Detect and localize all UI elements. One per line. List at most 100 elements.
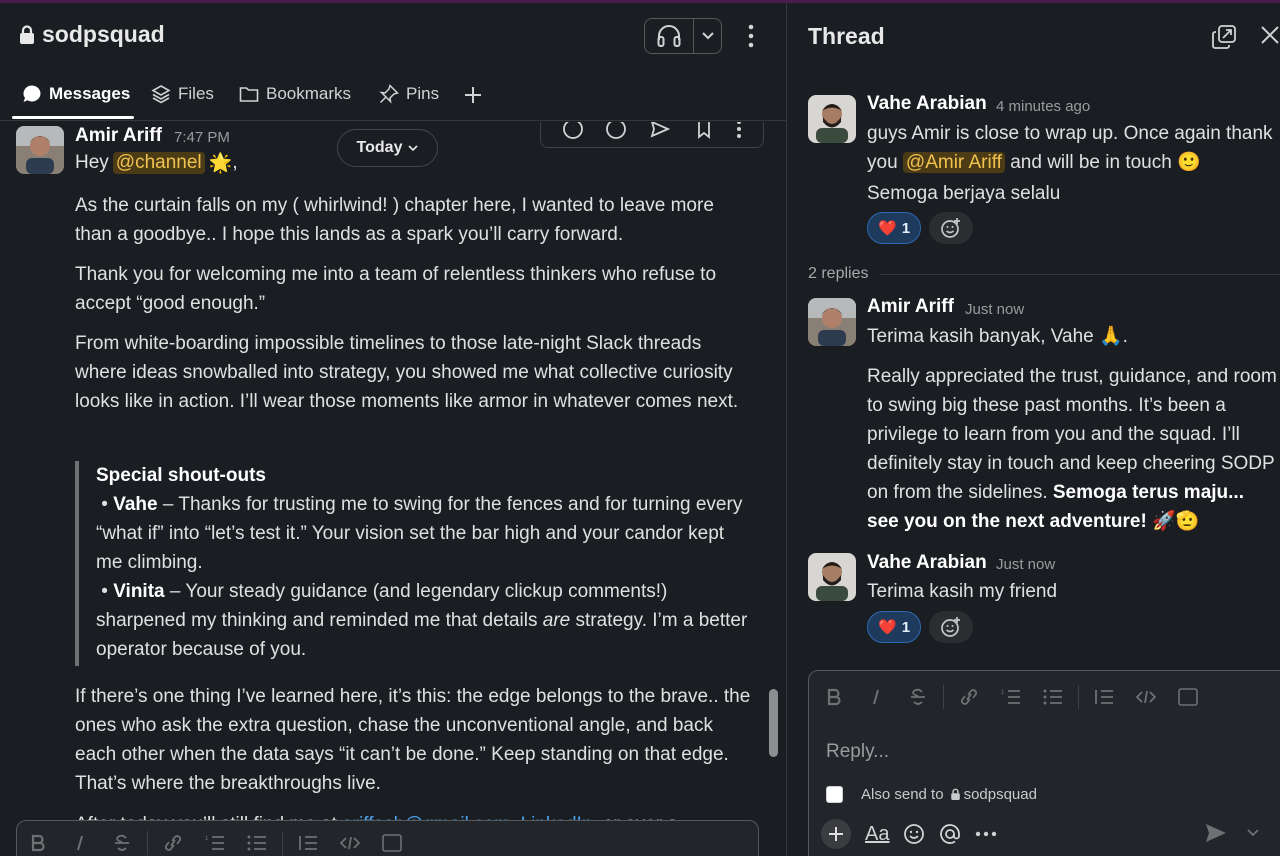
react-icon[interactable] bbox=[562, 122, 584, 140]
bullet-text: – Thanks for trusting me to swing for th… bbox=[96, 494, 743, 573]
link-icon[interactable] bbox=[152, 834, 194, 852]
toolbar-separator bbox=[943, 685, 944, 709]
send-icon[interactable] bbox=[1205, 823, 1227, 843]
message-paragraph: If there’s one thing I’ve learned here, … bbox=[75, 686, 751, 794]
chevron-down-icon bbox=[408, 144, 419, 152]
active-tab-indicator bbox=[12, 116, 134, 119]
bookmark-icon[interactable] bbox=[693, 122, 715, 140]
link-icon[interactable] bbox=[948, 688, 990, 706]
quote-bullet: • Vinita – Your steady guidance (and leg… bbox=[96, 581, 748, 660]
close-icon[interactable] bbox=[1260, 25, 1280, 45]
text-formatting-button[interactable]: Aa bbox=[865, 823, 889, 846]
emoji-icon[interactable] bbox=[903, 823, 925, 845]
channel-title[interactable]: sodpsquad bbox=[18, 21, 165, 48]
ordered-list-icon[interactable]: 1 bbox=[194, 834, 236, 852]
reply-line: Terima kasih my friend bbox=[867, 581, 1058, 602]
more-vertical-icon[interactable] bbox=[736, 122, 742, 140]
plus-icon bbox=[464, 86, 482, 104]
date-divider-pill[interactable]: Today bbox=[337, 129, 438, 167]
heart-emoji: ❤️ bbox=[878, 618, 897, 636]
tab-pins[interactable]: Pins bbox=[379, 84, 439, 104]
add-tab-button[interactable] bbox=[464, 86, 482, 104]
code-icon[interactable] bbox=[1125, 688, 1167, 706]
thread-parent-author[interactable]: Vahe Arabian bbox=[867, 93, 987, 115]
message-composer[interactable]: 1 bbox=[16, 820, 759, 856]
bold-icon[interactable] bbox=[813, 688, 855, 706]
bullet-name: Vinita bbox=[113, 581, 165, 602]
tab-messages[interactable]: Messages bbox=[22, 84, 130, 104]
forward-icon[interactable] bbox=[649, 122, 671, 140]
channel-tabs: Messages Files Bookmarks Pins bbox=[0, 66, 786, 121]
heart-emoji: ❤️ bbox=[878, 219, 897, 237]
message-paragraph: Thank you for welcoming me into a team o… bbox=[75, 264, 717, 314]
reply-time[interactable]: Just now bbox=[965, 301, 1024, 318]
strikethrough-icon[interactable] bbox=[897, 688, 939, 706]
thread-pane: Thread Vahe Arabian 4 minutes ago guys A… bbox=[787, 3, 1280, 856]
folder-icon bbox=[239, 85, 259, 103]
popout-window-icon[interactable] bbox=[1211, 24, 1237, 50]
quote-bullet: • Vahe – Thanks for trusting me to swing… bbox=[96, 494, 743, 573]
mention-icon[interactable] bbox=[939, 823, 961, 845]
blockquote-icon[interactable] bbox=[287, 834, 329, 852]
formatting-toolbar: 1 bbox=[813, 685, 1209, 709]
ordered-list-icon[interactable]: 1 bbox=[990, 688, 1032, 706]
code-icon[interactable] bbox=[329, 834, 371, 852]
code-block-icon[interactable] bbox=[1167, 688, 1209, 706]
message-author[interactable]: Amir Ariff bbox=[75, 125, 162, 147]
message-text: and will be in touch bbox=[1010, 152, 1172, 173]
thread-parent-time[interactable]: 4 minutes ago bbox=[996, 98, 1090, 115]
reply-icon[interactable] bbox=[605, 122, 627, 140]
send-controls bbox=[1205, 823, 1259, 843]
more-horizontal-icon[interactable] bbox=[975, 831, 997, 837]
channel-mention[interactable]: @channel bbox=[112, 151, 205, 174]
heart-reaction[interactable]: ❤️ 1 bbox=[867, 611, 922, 643]
avatar[interactable] bbox=[808, 95, 856, 143]
bold-icon[interactable] bbox=[17, 834, 59, 852]
reply-author[interactable]: Vahe Arabian bbox=[867, 552, 987, 574]
tab-bookmarks[interactable]: Bookmarks bbox=[239, 84, 351, 104]
avatar[interactable] bbox=[808, 553, 856, 601]
add-reaction-button[interactable] bbox=[929, 611, 973, 643]
formatting-toolbar: 1 bbox=[17, 831, 413, 855]
italic-icon[interactable] bbox=[59, 834, 101, 852]
chevron-down-icon[interactable] bbox=[1247, 829, 1259, 837]
heart-reaction[interactable]: ❤️ 1 bbox=[867, 212, 922, 244]
message-text: you bbox=[867, 152, 898, 173]
plus-icon[interactable] bbox=[821, 819, 851, 849]
reply-composer[interactable]: 1 Reply... Also send to sodpsquad Aa bbox=[808, 670, 1280, 856]
avatar[interactable] bbox=[16, 126, 64, 174]
message-actions-toolbar bbox=[540, 122, 764, 148]
user-mention[interactable]: @Amir Ariff bbox=[902, 152, 1005, 173]
reply-time[interactable]: Just now bbox=[996, 556, 1055, 573]
reply-input[interactable]: Reply... bbox=[826, 741, 889, 763]
scrollbar-thumb[interactable] bbox=[769, 689, 778, 757]
italic-icon[interactable] bbox=[855, 688, 897, 706]
reply-line: Terima kasih banyak, Vahe 🙏. bbox=[867, 322, 1280, 351]
lock-icon bbox=[950, 788, 961, 801]
reaction-count: 1 bbox=[901, 219, 911, 237]
reaction-count: 1 bbox=[901, 618, 911, 636]
tab-files[interactable]: Files bbox=[151, 84, 214, 104]
headphones-icon[interactable] bbox=[645, 19, 695, 53]
blockquote-icon[interactable] bbox=[1083, 688, 1125, 706]
add-reaction-button[interactable] bbox=[929, 212, 973, 244]
also-send-checkbox[interactable] bbox=[826, 786, 843, 803]
composer-tools: Aa bbox=[821, 819, 997, 849]
chevron-down-icon[interactable] bbox=[694, 19, 721, 53]
huddle-button[interactable] bbox=[644, 18, 722, 54]
message-text: Terima kasih banyak, Vahe bbox=[867, 326, 1094, 347]
layers-icon bbox=[151, 84, 171, 104]
replies-divider: 2 replies bbox=[808, 265, 1280, 283]
bulleted-list-icon[interactable] bbox=[1032, 688, 1074, 706]
more-vertical-icon[interactable] bbox=[740, 23, 762, 49]
also-send-option[interactable]: Also send to sodpsquad bbox=[826, 786, 1037, 803]
add-emoji-icon bbox=[940, 217, 962, 239]
channel-pane: sodpsquad Messages Files Bookmarks Pins … bbox=[0, 3, 786, 856]
avatar[interactable] bbox=[808, 298, 856, 346]
bulleted-list-icon[interactable] bbox=[236, 834, 278, 852]
tab-label: Messages bbox=[49, 84, 131, 103]
code-block-icon[interactable] bbox=[371, 834, 413, 852]
reply-author[interactable]: Amir Ariff bbox=[867, 296, 954, 318]
strikethrough-icon[interactable] bbox=[101, 834, 143, 852]
message-time[interactable]: 7:47 PM bbox=[174, 129, 230, 146]
